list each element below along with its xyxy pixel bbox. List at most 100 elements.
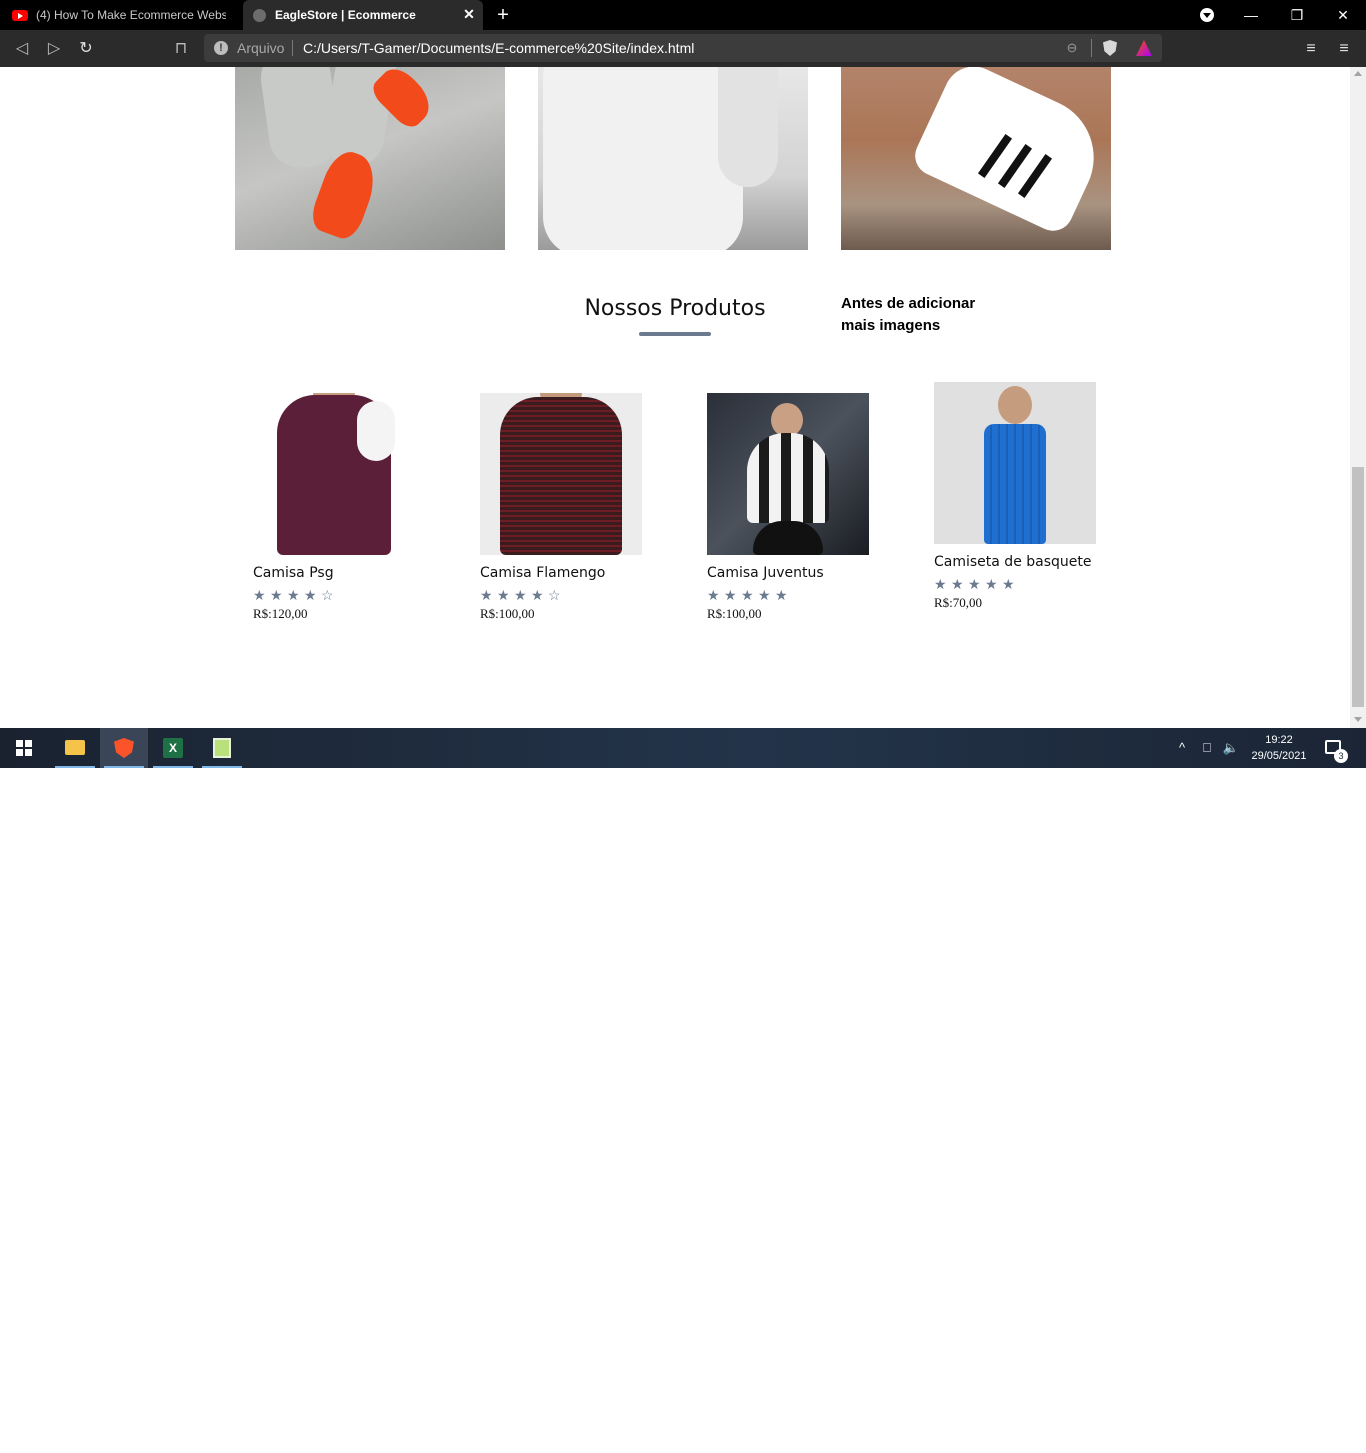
minimize-button[interactable]: —	[1228, 0, 1274, 30]
restore-button[interactable]: ❐	[1274, 0, 1320, 30]
volume-icon[interactable]: 🔈	[1220, 728, 1242, 768]
tab-bar: (4) How To Make Ecommerce Website EagleS…	[0, 0, 1366, 30]
running-indicator	[202, 766, 242, 768]
rating-stars: ★ ★ ★ ★ ★	[707, 588, 887, 604]
rating-stars: ★ ★ ★ ★ ☆	[480, 588, 660, 604]
notepad-button[interactable]	[198, 728, 246, 768]
globe-icon	[253, 8, 266, 22]
product-price: R$:100,00	[707, 606, 762, 621]
page-viewport: Nossos Produtos Antes de adicionar mais …	[0, 67, 1350, 728]
product-price: R$:120,00	[253, 606, 308, 621]
scroll-thumb[interactable]	[1352, 467, 1364, 707]
browser-toolbar: ◁ ▷ ↻ ⊓ ! Arquivo C:/Users/T-Gamer/Docum…	[0, 30, 1366, 67]
category-image-hoodie[interactable]	[538, 67, 808, 250]
star-filled-icon: ★	[724, 587, 737, 603]
product-image[interactable]	[707, 393, 869, 555]
brave-browser-button[interactable]	[100, 728, 148, 768]
product-card[interactable]: Camiseta de basquete ★ ★ ★ ★ ★ R$:70,00	[934, 382, 1114, 611]
rating-stars: ★ ★ ★ ★ ☆	[253, 588, 433, 604]
product-name[interactable]: Camisa Flamengo	[480, 563, 642, 584]
star-filled-icon: ★	[253, 587, 266, 603]
tab-youtube[interactable]: (4) How To Make Ecommerce Website	[0, 0, 242, 30]
clock[interactable]: 19:22 29/05/2021	[1244, 732, 1314, 764]
close-window-button[interactable]: ✕	[1320, 0, 1366, 30]
star-filled-icon: ★	[758, 587, 771, 603]
category-image-sneakers[interactable]	[235, 67, 505, 250]
star-filled-icon: ★	[480, 587, 493, 603]
product-price: R$:100,00	[480, 606, 535, 621]
divider	[292, 40, 293, 56]
start-button[interactable]	[0, 728, 48, 768]
running-indicator	[55, 766, 95, 768]
forward-button[interactable]: ▷	[43, 38, 65, 60]
product-card[interactable]: Camisa Flamengo ★ ★ ★ ★ ☆ R$:100,00	[480, 393, 660, 622]
youtube-icon	[12, 9, 28, 21]
head-shape	[771, 403, 803, 437]
brave-icon	[114, 738, 134, 758]
star-filled-icon: ★	[951, 576, 964, 592]
star-filled-icon: ★	[934, 576, 947, 592]
site-info-icon[interactable]: !	[214, 41, 228, 55]
security-label: Arquivo	[237, 40, 285, 56]
star-filled-icon: ★	[1002, 576, 1015, 592]
shorts-shape	[753, 521, 823, 555]
brave-shield-icon[interactable]	[1103, 40, 1117, 56]
star-filled-icon: ★	[968, 576, 981, 592]
product-card[interactable]: Camisa Psg ★ ★ ★ ★ ☆ R$:120,00	[253, 393, 433, 622]
star-filled-icon: ★	[775, 587, 788, 603]
jersey-shape	[984, 424, 1046, 544]
product-image[interactable]	[480, 393, 642, 555]
notepad-icon	[213, 738, 231, 758]
clock-date: 29/05/2021	[1251, 750, 1307, 762]
star-filled-icon: ★	[287, 587, 300, 603]
arm-shape	[718, 67, 778, 187]
star-filled-icon: ★	[707, 587, 720, 603]
side-note-line: Antes de adicionar	[841, 295, 976, 312]
address-bar[interactable]: ! Arquivo C:/Users/T-Gamer/Documents/E-c…	[204, 34, 1162, 62]
scroll-up-icon[interactable]	[1354, 71, 1362, 76]
product-price: R$:70,00	[934, 595, 983, 610]
network-icon[interactable]: ⎕	[1196, 728, 1218, 768]
section-title: Nossos Produtos	[584, 296, 766, 321]
new-tab-button[interactable]: +	[493, 4, 513, 26]
category-image-sneaker[interactable]	[841, 67, 1111, 250]
url-text[interactable]: C:/Users/T-Gamer/Documents/E-commerce%20…	[303, 40, 694, 56]
product-name[interactable]: Camiseta de basquete	[934, 552, 1096, 573]
product-image[interactable]	[934, 382, 1096, 544]
product-image[interactable]	[253, 393, 415, 555]
taskbar: X ^ ⎕ 🔈 19:22 29/05/2021 3	[0, 728, 1366, 768]
star-filled-icon: ★	[270, 587, 283, 603]
head-shape	[998, 386, 1032, 424]
media-queue-icon[interactable]: ≡	[1300, 38, 1322, 60]
shirt-shape	[500, 397, 622, 555]
running-indicator	[153, 766, 193, 768]
close-tab-icon[interactable]: ✕	[461, 6, 477, 22]
star-filled-icon: ★	[304, 587, 317, 603]
file-explorer-button[interactable]	[51, 728, 99, 768]
rating-stars: ★ ★ ★ ★ ★	[934, 577, 1114, 593]
bookmark-button[interactable]: ⊓	[170, 38, 192, 60]
star-empty-icon: ☆	[548, 587, 561, 603]
star-filled-icon: ★	[497, 587, 510, 603]
product-name[interactable]: Camisa Juventus	[707, 563, 869, 584]
menu-icon[interactable]: ≡	[1333, 38, 1355, 60]
profile-menu-icon[interactable]	[1200, 8, 1214, 22]
excel-icon: X	[163, 738, 183, 758]
side-note: Antes de adicionar mais imagens	[841, 293, 1041, 337]
show-hidden-icons-icon[interactable]: ^	[1172, 728, 1192, 768]
back-button[interactable]: ◁	[11, 38, 33, 60]
sleeve-shape	[357, 401, 395, 461]
zoom-icon[interactable]: ⊖	[1064, 40, 1080, 56]
page-scrollbar[interactable]	[1350, 67, 1366, 728]
running-indicator	[104, 766, 144, 768]
product-name[interactable]: Camisa Psg	[253, 563, 415, 584]
brave-rewards-icon[interactable]	[1136, 40, 1152, 56]
reload-button[interactable]: ↻	[75, 38, 97, 60]
folder-icon	[65, 740, 85, 755]
scroll-down-icon[interactable]	[1354, 717, 1362, 722]
product-card[interactable]: Camisa Juventus ★ ★ ★ ★ ★ R$:100,00	[707, 393, 887, 622]
sneaker-shape	[908, 67, 1111, 238]
divider	[1091, 39, 1092, 57]
excel-button[interactable]: X	[149, 728, 197, 768]
tab-eaglestore[interactable]: EagleStore | Ecommerce ✕	[243, 0, 483, 30]
